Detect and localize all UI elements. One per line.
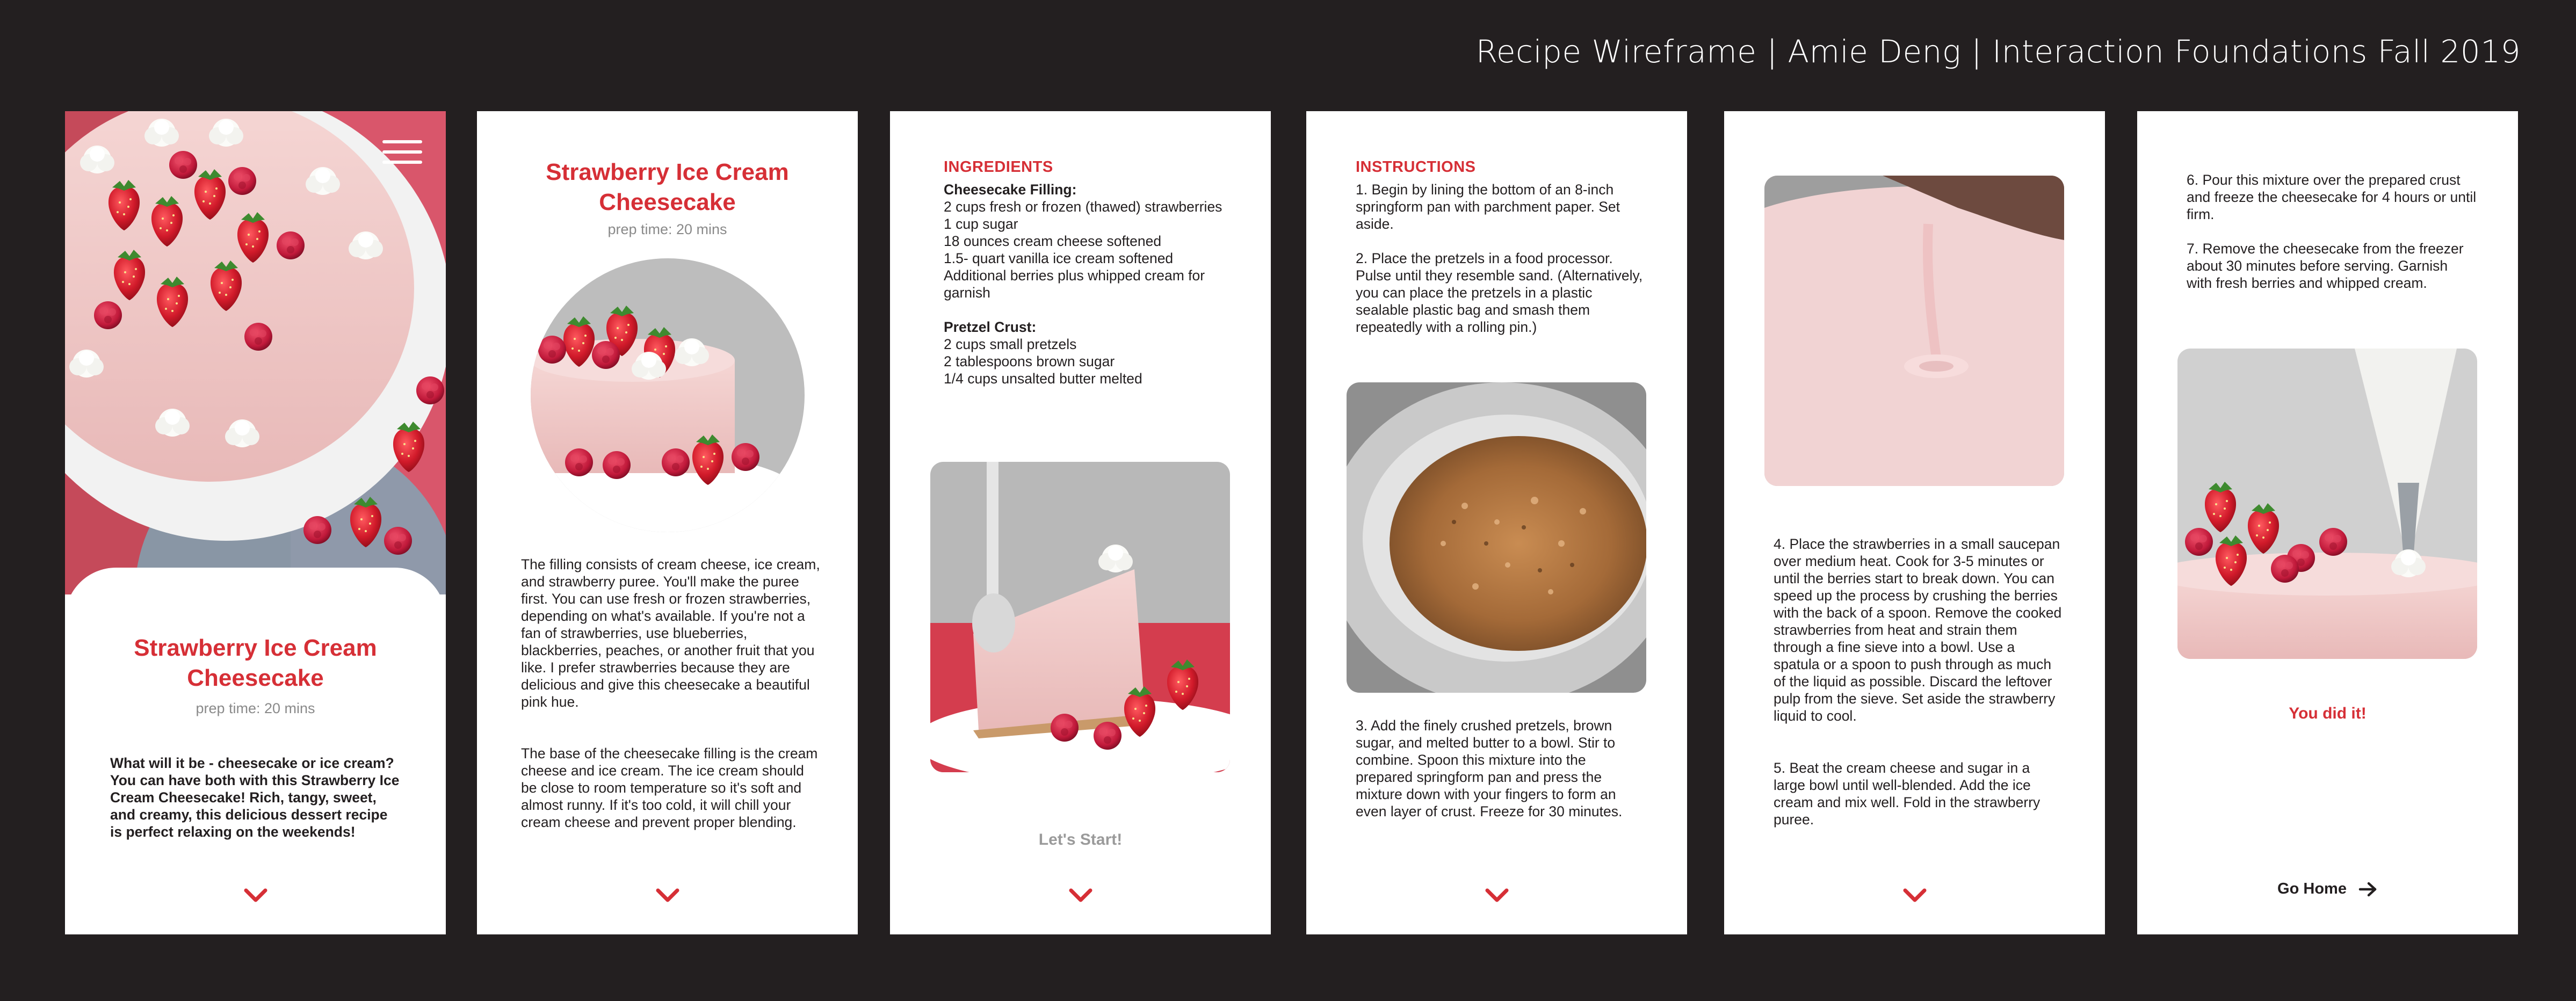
intro-card bbox=[65, 568, 446, 934]
completion-message: You did it! bbox=[2289, 705, 2367, 722]
lets-start-button[interactable]: Let's Start! bbox=[890, 831, 1271, 849]
chevron-down-icon[interactable] bbox=[655, 887, 681, 903]
pretzel-crumbs-image bbox=[1347, 382, 1646, 693]
screen-ingredients: INGREDIENTS Cheesecake Filling: 2 cups f… bbox=[890, 111, 1271, 934]
arrow-right-icon bbox=[2358, 881, 2378, 897]
chevron-down-icon[interactable] bbox=[1902, 887, 1928, 903]
intro-text: What will it be - cheesecake or ice crea… bbox=[110, 755, 400, 840]
screen-finish: 6. Pour this mixture over the prepared c… bbox=[2137, 111, 2518, 934]
hamburger-menu-icon[interactable] bbox=[382, 140, 422, 168]
instruction-step-5: 5. Beat the cream cheese and sugar in a … bbox=[1774, 760, 2040, 828]
ingredient-item: 2 tablespoons brown sugar bbox=[944, 353, 1115, 369]
description-paragraph-1: The filling consists of cream cheese, ic… bbox=[521, 556, 820, 710]
ingredient-item: 2 cups small pretzels bbox=[944, 336, 1077, 352]
instruction-step-2: 2. Place the pretzels in a food processo… bbox=[1356, 250, 1643, 335]
screen-instructions-1: INSTRUCTIONS 1. Begin by lining the bott… bbox=[1306, 111, 1687, 934]
ingredient-item: Additional berries plus whipped cream fo… bbox=[944, 267, 1205, 301]
instruction-step-3: 3. Add the finely crushed pretzels, brow… bbox=[1356, 717, 1623, 819]
ingredients-heading: INGREDIENTS bbox=[944, 158, 1053, 176]
ingredient-item: 2 cups fresh or frozen (thawed) strawber… bbox=[944, 199, 1222, 215]
go-home-label: Go Home bbox=[2277, 880, 2347, 897]
ingredient-item: 1/4 cups unsalted butter melted bbox=[944, 371, 1142, 387]
instruction-step-1: 1. Begin by lining the bottom of an 8-in… bbox=[1356, 182, 1620, 232]
prep-time: prep time: 20 mins bbox=[607, 221, 727, 237]
screen-intro: Strawberry Ice Cream Cheesecake prep tim… bbox=[65, 111, 446, 934]
prep-time: prep time: 20 mins bbox=[196, 700, 315, 716]
cheesecake-slice-image bbox=[930, 462, 1230, 772]
filling-subheading: Cheesecake Filling: bbox=[944, 182, 1077, 198]
instruction-step-7: 7. Remove the cheesecake from the freeze… bbox=[2187, 241, 2464, 291]
chevron-down-icon[interactable] bbox=[1484, 887, 1510, 903]
recipe-title: Strawberry Ice Cream Cheesecake bbox=[546, 159, 789, 215]
garnish-cheesecake-image bbox=[2177, 349, 2477, 659]
ingredient-item: 18 ounces cream cheese softened bbox=[944, 233, 1162, 249]
cheesecake-circle-image bbox=[531, 258, 805, 532]
recipe-title: Strawberry Ice Cream Cheesecake bbox=[134, 635, 377, 691]
instruction-step-4: 4. Place the strawberries in a small sau… bbox=[1774, 536, 2062, 724]
ingredients-list: Cheesecake Filling: 2 cups fresh or froz… bbox=[944, 181, 1223, 387]
go-home-button[interactable]: Go Home bbox=[2137, 880, 2518, 898]
description-paragraph-2: The base of the cheesecake filling is th… bbox=[521, 745, 818, 830]
crust-subheading: Pretzel Crust: bbox=[944, 319, 1037, 335]
pouring-puree-image bbox=[1764, 176, 2064, 486]
chevron-down-icon[interactable] bbox=[1068, 887, 1094, 903]
ingredient-item: 1.5- quart vanilla ice cream softened bbox=[944, 250, 1174, 266]
instruction-step-6: 6. Pour this mixture over the prepared c… bbox=[2187, 172, 2477, 222]
hero-cheesecake-image bbox=[65, 111, 446, 594]
page-title: Recipe Wireframe | Amie Deng | Interacti… bbox=[1475, 33, 2521, 70]
ingredient-item: 1 cup sugar bbox=[944, 216, 1018, 232]
chevron-down-icon[interactable] bbox=[243, 887, 269, 903]
screen-instructions-2: 4. Place the strawberries in a small sau… bbox=[1724, 111, 2105, 934]
screen-overview: Strawberry Ice Cream Cheesecake prep tim… bbox=[477, 111, 858, 934]
instructions-heading: INSTRUCTIONS bbox=[1356, 158, 1476, 176]
